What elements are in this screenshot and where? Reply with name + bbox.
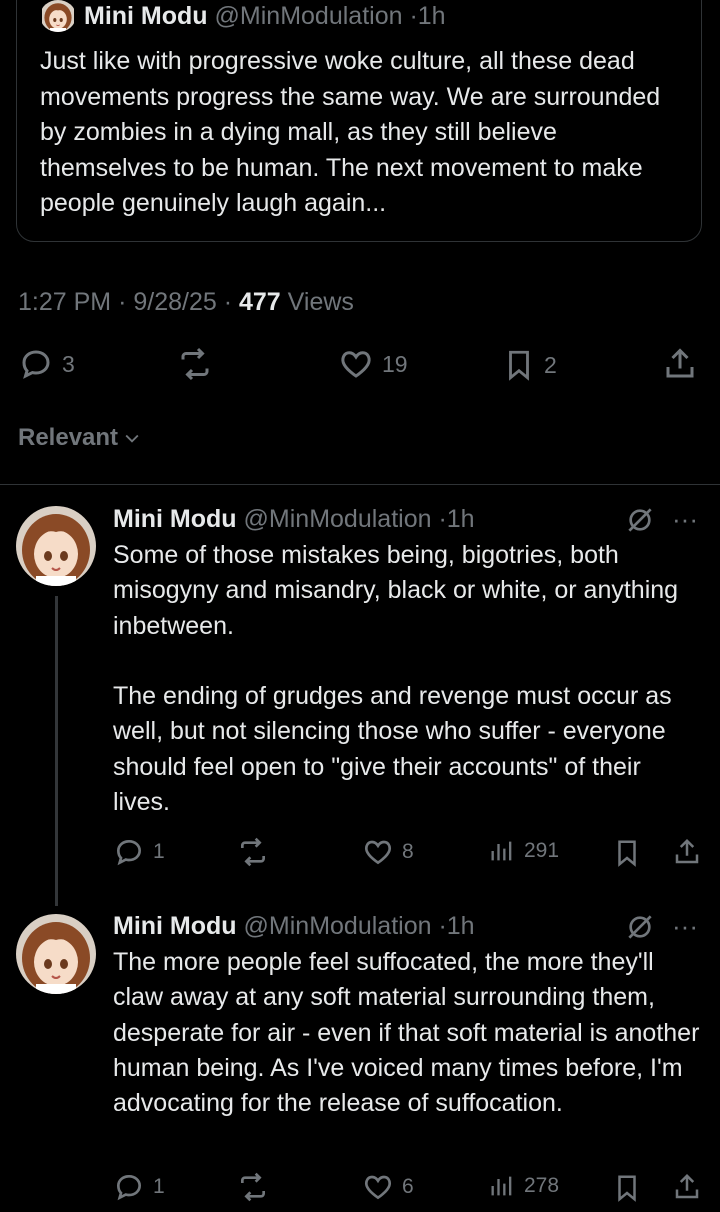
tweet-date[interactable]: 9/28/25: [133, 288, 216, 316]
views-label: Views: [287, 288, 354, 316]
reply-author-handle[interactable]: @MinModulation: [244, 505, 432, 533]
reply-icon: [116, 1174, 142, 1201]
reply-author-avatar[interactable]: [16, 914, 96, 994]
repost-icon: [181, 347, 209, 381]
reply-views-count: 291: [524, 839, 560, 862]
reply-time[interactable]: 1h: [447, 505, 475, 533]
share-icon: [675, 838, 699, 864]
reply-views-count: 278: [524, 1174, 560, 1197]
chevron-down-icon: [125, 434, 139, 443]
separator-dot: ·: [409, 2, 418, 30]
separator-dot: ·: [438, 505, 447, 533]
share-icon: [666, 348, 694, 378]
reply-like-count: 6: [402, 1175, 414, 1198]
bookmark-count: 2: [544, 351, 557, 378]
reply-reply-count: 1: [153, 1175, 165, 1198]
quoted-author-name[interactable]: Mini Modu: [84, 2, 208, 30]
reply-text: Some of those mistakes being, bigotries,…: [113, 541, 679, 817]
reply-header: Mini Modu @MinModulation ·1h: [113, 504, 475, 534]
quoted-tweet-header: Mini Modu @MinModulation ·1h: [84, 1, 446, 31]
reply-views-button[interactable]: 278: [488, 1171, 559, 1201]
repost-button[interactable]: [176, 346, 214, 382]
sort-label: Relevant: [18, 424, 119, 451]
like-count: 19: [382, 350, 408, 377]
grok-icon[interactable]: [624, 911, 656, 948]
separator-dot: ·: [438, 912, 447, 940]
repost-icon: [241, 837, 265, 867]
reply-share-button[interactable]: [672, 1171, 702, 1203]
share-button[interactable]: [662, 346, 698, 382]
reply-icon: [116, 839, 142, 866]
quoted-time[interactable]: 1h: [418, 2, 446, 30]
tweet-meta: 1:27 PM · 9/28/25 · 477 Views: [18, 286, 354, 318]
reply-time[interactable]: 1h: [447, 912, 475, 940]
reply-repost-button[interactable]: [236, 836, 270, 868]
tweet-time[interactable]: 1:27 PM: [18, 288, 111, 316]
sort-relevant-dropdown[interactable]: Relevant: [18, 424, 142, 452]
reply-reply-button[interactable]: 1: [113, 836, 165, 868]
quoted-author-handle[interactable]: @MinModulation: [215, 2, 403, 30]
reply-like-button[interactable]: 6: [362, 1171, 414, 1203]
heart-icon: [341, 351, 371, 378]
grok-icon[interactable]: [624, 504, 656, 541]
reply-share-button[interactable]: [672, 836, 702, 868]
thread-connector-line: [55, 596, 58, 906]
separator-dot: ·: [223, 288, 233, 316]
views-chart-icon: [491, 841, 512, 861]
reply-like-button[interactable]: 8: [362, 836, 414, 868]
quoted-author-avatar[interactable]: [40, 0, 76, 32]
reply-bookmark-button[interactable]: [612, 836, 642, 870]
reply-count: 3: [62, 350, 75, 377]
reply-button[interactable]: 3: [18, 346, 75, 382]
reply-repost-button[interactable]: [236, 1171, 270, 1203]
bookmark-icon: [509, 350, 529, 381]
separator-dot: ·: [118, 288, 127, 316]
views-count: 477: [239, 288, 281, 316]
reply-text: The more people feel suffocated, the mor…: [113, 948, 700, 1118]
reply-author-handle[interactable]: @MinModulation: [244, 912, 432, 940]
divider: [0, 484, 720, 485]
more-options-icon[interactable]: ···: [672, 506, 698, 532]
reply-icon: [22, 350, 50, 379]
reply-reply-count: 1: [153, 840, 165, 863]
reply-author-name[interactable]: Mini Modu: [113, 505, 237, 533]
reply-bookmark-button[interactable]: [612, 1171, 642, 1205]
like-button[interactable]: 19: [338, 346, 408, 382]
bookmark-button[interactable]: 2: [502, 346, 557, 384]
reply-like-count: 8: [402, 840, 414, 863]
views-chart-icon: [491, 1176, 512, 1196]
more-options-icon[interactable]: ···: [672, 913, 698, 939]
reply-views-button[interactable]: 291: [488, 836, 559, 866]
repost-icon: [241, 1172, 265, 1202]
share-icon: [675, 1173, 699, 1199]
reply-header: Mini Modu @MinModulation ·1h: [113, 911, 475, 941]
bookmark-icon: [618, 1175, 636, 1202]
quoted-tweet-text: Just like with progressive woke culture,…: [40, 47, 661, 217]
reply-author-avatar[interactable]: [16, 506, 96, 586]
reply-reply-button[interactable]: 1: [113, 1171, 165, 1203]
bookmark-icon: [618, 840, 636, 867]
reply-author-name[interactable]: Mini Modu: [113, 912, 237, 940]
heart-icon: [365, 840, 391, 865]
heart-icon: [365, 1175, 391, 1200]
